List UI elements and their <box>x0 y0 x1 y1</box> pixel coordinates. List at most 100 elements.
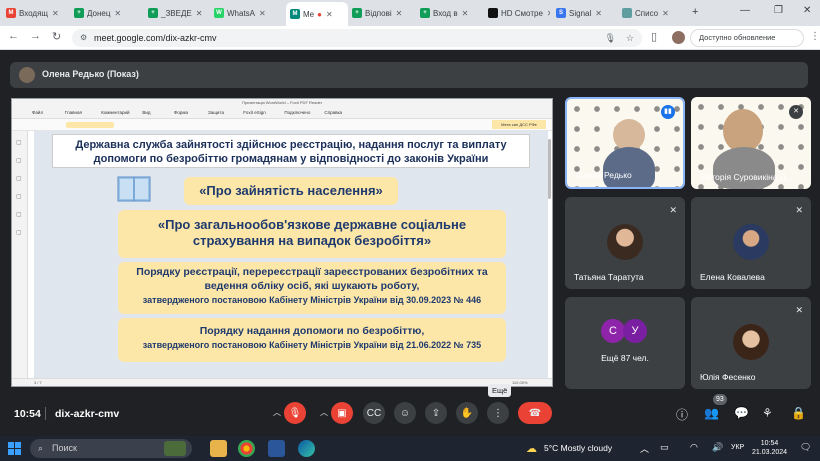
info-icon[interactable]: ⓘ <box>676 406 688 423</box>
clock-date: 21.03.2024 <box>752 449 788 456</box>
tab-close-icon[interactable]: ✕ <box>196 9 203 18</box>
emoji-button[interactable]: ☺ <box>394 402 416 424</box>
new-tab-icon[interactable]: + <box>692 6 698 18</box>
pdf-scrollbar[interactable] <box>548 139 551 199</box>
participant-tile-1[interactable]: ▮▮ Олена Редько <box>565 97 685 189</box>
present-button[interactable]: ⇪ <box>425 402 447 424</box>
activities-icon[interactable]: ⚘ <box>762 406 773 420</box>
site-info-icon[interactable]: ⚙ <box>80 29 87 47</box>
browser-tab[interactable]: W WhatsA ✕ <box>214 3 276 23</box>
leave-call-button[interactable]: ☎ <box>518 402 552 424</box>
weather-text[interactable]: 5°C Mostly cloudy <box>544 443 612 453</box>
audio-options-chevron-icon[interactable]: ︿ <box>273 407 281 418</box>
captions-button[interactable]: CC <box>363 402 385 424</box>
reload-icon[interactable]: ↻ <box>52 30 61 43</box>
menu-kebab-icon[interactable]: ⋮ <box>810 31 820 42</box>
pdf-window-title: Презентація WordWorld – Foxit PDF Reader <box>12 99 552 107</box>
sidepanel-icon[interactable]: ▯ <box>651 30 657 43</box>
tab-close-icon[interactable]: ✕ <box>259 9 266 18</box>
browser-tab[interactable]: HD Смотре ✕ <box>488 3 550 23</box>
people-icon[interactable]: 👥 <box>704 406 719 420</box>
signature-icon: ▢ <box>16 230 22 236</box>
tab-favicon-icon: + <box>420 8 430 18</box>
zoom-level: 110,00% <box>512 380 528 385</box>
chat-icon[interactable]: 💬 <box>734 406 749 420</box>
word-icon[interactable] <box>268 440 285 457</box>
minimize-icon[interactable]: — <box>740 5 750 16</box>
slide-law-employment: «Про зайнятість населення» <box>184 177 398 205</box>
browser-tab[interactable]: M Me ● ✕ <box>286 2 348 26</box>
slide-law-benefit-ref: затвердженого постановою Кабінету Мініст… <box>142 340 482 350</box>
back-icon[interactable]: ← <box>8 30 19 42</box>
tab-favicon-icon: M <box>6 8 16 18</box>
tab-close-icon[interactable]: ✕ <box>662 9 669 18</box>
chrome-update-button[interactable]: Доступно обновление Chrome <box>690 29 804 58</box>
tab-close-icon[interactable]: ✕ <box>547 9 550 18</box>
search-icon: ⌕ <box>38 443 44 453</box>
mic-icon[interactable]: 🎙 <box>605 29 616 47</box>
page-indicator: 3 / 7 <box>34 380 42 385</box>
mic-off-button[interactable]: 🎙 <box>284 402 306 424</box>
tab-close-icon[interactable]: ✕ <box>396 9 403 18</box>
browser-tab[interactable]: Списо ✕ <box>622 3 682 23</box>
profile-avatar[interactable] <box>672 31 685 44</box>
notifications-icon[interactable]: 🗨 <box>800 442 811 453</box>
tab-close-icon[interactable]: ✕ <box>326 10 333 19</box>
volume-icon[interactable]: 🔊 <box>712 442 723 453</box>
participant-tile-others[interactable]: С У Ещё 87 чел. <box>565 297 685 389</box>
participant-avatar <box>733 224 769 260</box>
slide-law-registration-ref: затвердженого постановою Кабінету Мініст… <box>142 295 482 305</box>
tab-favicon-icon: + <box>352 8 362 18</box>
tab-close-icon[interactable]: ✕ <box>462 9 469 18</box>
meet-main: Олена Редько (Показ) Презентація WordWor… <box>0 50 820 436</box>
taskbar-search[interactable]: ⌕ Поиск <box>30 439 192 458</box>
participant-tile-4[interactable]: ✕ Елена Ковалева <box>691 197 811 289</box>
wifi-icon[interactable]: ◠ <box>690 442 698 453</box>
participant-tile-2[interactable]: ✕ Вікторія Суровикіна Д... <box>691 97 811 189</box>
shared-screen: Презентація WordWorld – Foxit PDF Reader… <box>11 98 553 387</box>
meeting-time: 10:54 <box>14 408 41 420</box>
mic-off-icon: ✕ <box>789 105 803 119</box>
close-window-icon[interactable]: ✕ <box>803 5 811 16</box>
ribbon-menu-item: Foxit eSign <box>243 110 266 115</box>
tab-close-icon[interactable]: ✕ <box>595 9 602 18</box>
restore-icon[interactable]: ❐ <box>774 5 783 16</box>
raise-hand-button[interactable]: ✋ <box>456 402 478 424</box>
browser-tab[interactable]: + Вход в ✕ <box>420 3 482 23</box>
chrome-taskbar-icon[interactable] <box>238 440 255 457</box>
browser-toolbar: ← → ↻ ⚙ meet.google.com/dix-azkr-cmv 🎙 ☆… <box>0 26 820 58</box>
browser-tab[interactable]: + Донец ✕ <box>74 3 138 23</box>
participant-tile-6[interactable]: ✕ Юлія Фесенко <box>691 297 811 389</box>
bookmark-star-icon[interactable]: ☆ <box>626 29 634 47</box>
edge-icon[interactable] <box>298 440 315 457</box>
input-language[interactable]: УКР <box>731 444 744 451</box>
address-bar[interactable]: ⚙ meet.google.com/dix-azkr-cmv 🎙 ☆ <box>72 29 642 47</box>
recording-indicator-icon: ● <box>317 9 322 19</box>
tab-close-icon[interactable]: ✕ <box>114 9 121 18</box>
participant-body <box>713 147 775 189</box>
browser-tab[interactable]: + Відпові ✕ <box>352 3 414 23</box>
tab-label: Донец <box>87 8 111 18</box>
tab-label: WhatsA <box>227 8 256 18</box>
tab-close-icon[interactable]: ✕ <box>52 9 59 18</box>
video-options-chevron-icon[interactable]: ︿ <box>320 407 328 418</box>
browser-tab[interactable]: + _ЗВЕДЕ ✕ <box>148 3 210 23</box>
tray-chevron-icon[interactable]: ︿ <box>640 442 649 455</box>
ribbon-menu-item: Вид <box>142 110 151 115</box>
windows-start-icon[interactable] <box>8 442 21 455</box>
network-icon[interactable]: ▭ <box>660 442 669 453</box>
forward-icon[interactable]: → <box>30 30 41 42</box>
host-controls-icon[interactable]: 🔒 <box>791 406 806 420</box>
file-explorer-icon[interactable] <box>210 440 227 457</box>
slide-law-registration-title: Порядку реєстрації, перереєстрації зареє… <box>136 266 488 292</box>
people-count-badge: 93 <box>713 394 727 405</box>
participant-tile-3[interactable]: ✕ Татьяна Таратута <box>565 197 685 289</box>
camera-off-button[interactable]: ▣ <box>331 402 353 424</box>
more-options-button[interactable]: ⋮ <box>487 402 509 424</box>
participant-avatar <box>733 324 769 360</box>
system-clock[interactable]: 10:54 21.03.2024 <box>752 439 787 457</box>
browser-tab[interactable]: S Signal ✕ <box>556 3 616 23</box>
tab-favicon-icon: + <box>74 8 84 18</box>
browser-tab[interactable]: M Входящ ✕ <box>6 3 70 23</box>
tab-label: Списо <box>635 8 659 18</box>
